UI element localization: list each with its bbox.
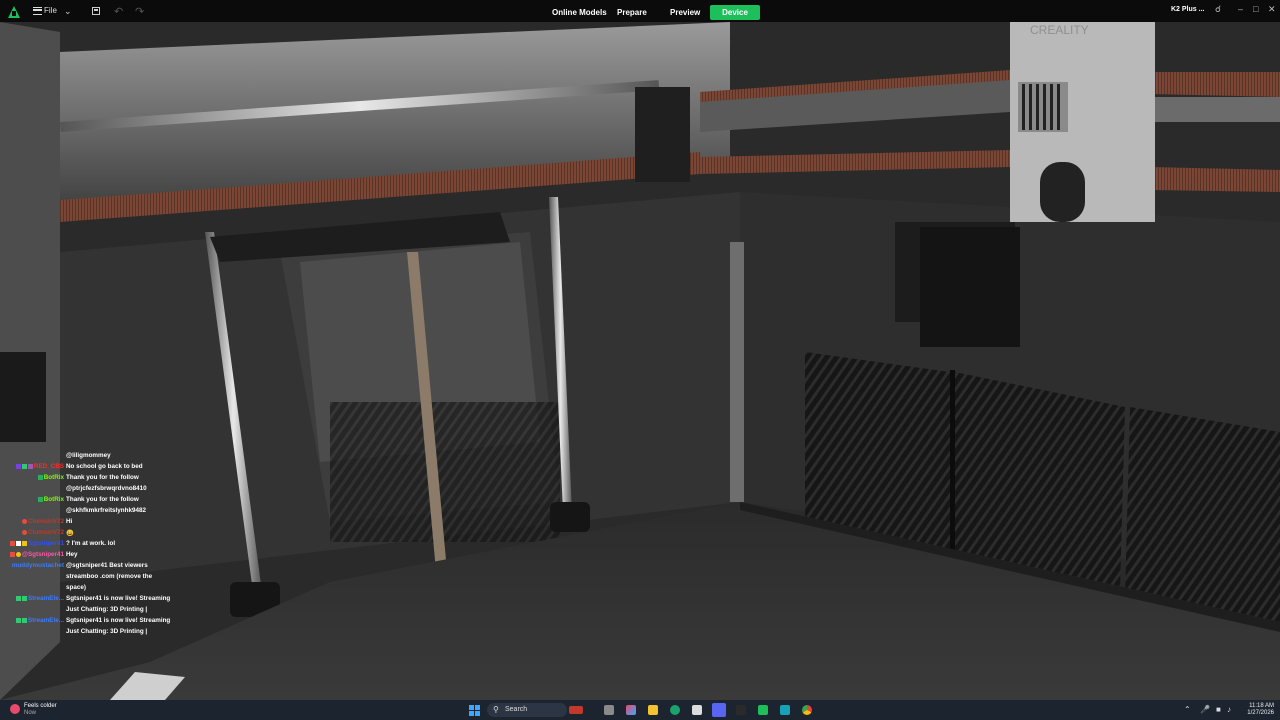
bot-badge-icon — [37, 474, 43, 480]
record-badge-icon — [21, 529, 27, 535]
verified-badge-icon — [21, 617, 27, 623]
chat-username-text: BotRix — [43, 496, 64, 503]
edge-browser-icon[interactable] — [670, 705, 680, 715]
chat-message: @sgtsniper41 Best viewers — [66, 562, 148, 569]
search-highlight-icon — [569, 706, 583, 714]
printer-chamber-image: CREALITY — [0, 22, 1280, 700]
chat-message: 😀 — [66, 530, 74, 537]
chat-username: muddymustachet — [0, 562, 64, 569]
moderator-badge-icon — [15, 540, 21, 546]
heart-badge-icon — [9, 551, 15, 557]
printer-camera-feed: CREALITY — [0, 22, 1280, 700]
system-clock[interactable]: 11:18 AM 1/27/2026 — [1240, 703, 1274, 717]
record-badge-icon — [21, 518, 27, 524]
printer-brand-text: CREALITY — [1030, 23, 1089, 37]
chrome-browser-icon[interactable] — [802, 705, 812, 715]
task-view-icon[interactable] — [604, 705, 614, 715]
chat-username: StreamEle... — [0, 617, 64, 624]
verified-badge-icon — [15, 617, 21, 623]
chat-message: Thank you for the follow — [66, 496, 139, 503]
undo-icon[interactable]: ↶ — [114, 5, 123, 18]
coin-badge-icon — [15, 551, 21, 557]
file-menu-label: File — [44, 6, 57, 15]
redo-icon[interactable]: ↷ — [135, 5, 144, 18]
chat-username: ClumsinV72 — [14, 518, 64, 525]
chat-username-text: @Sgtsniper41 — [21, 551, 64, 558]
verified-badge-icon — [21, 463, 27, 469]
broadcaster-badge-icon — [9, 540, 15, 546]
network-icon[interactable]: ■ — [1216, 705, 1221, 714]
chat-message: streamboo .com (remove the — [66, 573, 153, 580]
minimize-icon[interactable]: – — [1238, 4, 1243, 14]
tab-online-models[interactable]: Online Models — [552, 5, 607, 20]
device-selector[interactable]: K2 Plus ... — [1171, 6, 1204, 13]
taskbar-search-box[interactable]: ⚲ Search — [487, 703, 583, 717]
chat-username-text: StreamEle... — [27, 617, 64, 624]
crown-badge-icon — [21, 540, 27, 546]
chat-message: Sgtsniper41 is now live! Streaming — [66, 617, 171, 624]
start-button[interactable] — [469, 705, 480, 716]
sub-gift-badge-icon — [27, 463, 33, 469]
chat-username-text: ClumsinV72 — [27, 529, 64, 536]
windows-taskbar: Feels colder Now ⚲ Search ⌃ 🎤 ■ ♪ 11:18 … — [0, 700, 1280, 720]
chat-username-text: Sgtsniper41 — [27, 540, 64, 547]
chat-username-text: muddymustachet — [11, 562, 64, 569]
creality-logo-icon — [8, 6, 20, 18]
verified-badge-icon — [21, 595, 27, 601]
chat-message: Hey — [66, 551, 78, 558]
weather-icon — [10, 704, 20, 714]
subscriber-badge-icon — [15, 463, 21, 469]
chevron-down-icon[interactable]: ⌄ — [64, 6, 72, 17]
copilot-icon[interactable] — [626, 705, 636, 715]
hamburger-icon — [33, 6, 42, 15]
close-icon[interactable]: ✕ — [1268, 4, 1276, 15]
tab-prepare[interactable]: Prepare — [617, 5, 647, 20]
app-title-bar: File ⌄ ↶ ↷ Online Models Prepare Preview… — [0, 0, 1280, 24]
chat-username: BotRix — [20, 474, 64, 481]
chat-username: @Sgtsniper41 — [0, 551, 64, 558]
search-icon: ⚲ — [493, 705, 499, 714]
maximize-icon[interactable]: □ — [1253, 4, 1258, 14]
chat-message: Just Chatting: 3D Printing | — [66, 628, 148, 635]
chat-username: StreamEle... — [0, 595, 64, 602]
obs-app-icon[interactable] — [736, 705, 746, 715]
save-icon[interactable] — [92, 7, 100, 15]
chat-message: No school go back to bed — [66, 463, 143, 470]
tab-device[interactable]: Device — [710, 5, 760, 20]
chat-message: @liligmommey — [66, 452, 111, 459]
microphone-icon[interactable]: 🎤 — [1200, 705, 1210, 714]
discord-icon[interactable] — [712, 703, 726, 717]
chat-message: @skhfkmkrfreitslynhk9482 — [66, 507, 146, 514]
microsoft-store-icon[interactable] — [692, 705, 702, 715]
tab-preview[interactable]: Preview — [670, 5, 700, 20]
chat-username: ClumsinV72 — [14, 529, 64, 536]
show-hidden-icons-chevron-icon[interactable]: ⌃ — [1184, 705, 1191, 714]
chat-message: Hi — [66, 518, 73, 525]
chat-message: @ptrjcfezfsbrwqrdvno8410 — [66, 485, 147, 492]
chat-username: RED_CBS — [4, 463, 64, 470]
chat-message: Sgtsniper41 is now live! Streaming — [66, 595, 171, 602]
verified-badge-icon — [15, 595, 21, 601]
chat-message: Just Chatting: 3D Printing | — [66, 606, 148, 613]
clock-time: 11:18 AM — [1249, 703, 1274, 709]
chat-username-text: ClumsinV72 — [27, 518, 64, 525]
chat-username-text: RED_CBS — [33, 463, 64, 470]
clock-date: 1/27/2026 — [1247, 710, 1274, 716]
chat-message: Thank you for the follow — [66, 474, 139, 481]
search-placeholder: Search — [505, 706, 528, 713]
file-menu-button[interactable]: File — [33, 6, 57, 15]
chat-username: Sgtsniper41 — [2, 540, 64, 547]
chat-username-text: BotRix — [43, 474, 64, 481]
volume-icon[interactable]: ♪ — [1227, 705, 1231, 714]
bot-badge-icon — [37, 496, 43, 502]
chat-username: BotRix — [20, 496, 64, 503]
creality-print-app-icon[interactable] — [758, 705, 768, 715]
headset-support-icon[interactable]: ☌ — [1215, 4, 1221, 15]
chat-message: ? I'm at work. lol — [66, 540, 116, 547]
file-explorer-icon[interactable] — [648, 705, 658, 715]
weather-widget[interactable]: Feels colder Now — [10, 703, 57, 717]
chat-message: space) — [66, 584, 86, 591]
teams-app-icon[interactable] — [780, 705, 790, 715]
chat-username-text: StreamEle... — [27, 595, 64, 602]
